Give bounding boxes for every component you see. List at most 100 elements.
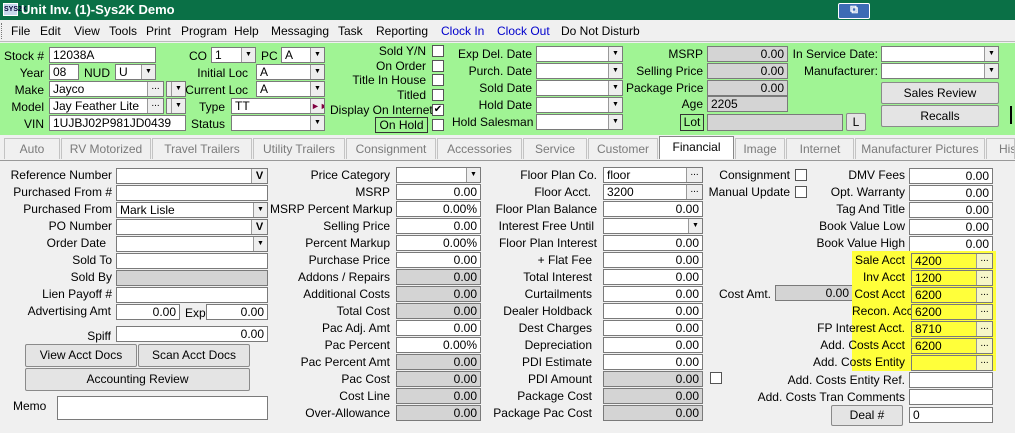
chevron-down-icon[interactable]: ▼	[608, 98, 622, 112]
chevron-down-icon[interactable]: ▼	[241, 48, 255, 62]
spiff-field[interactable]: 0.00	[116, 326, 268, 342]
menu-clock-in[interactable]: Clock In	[441, 24, 484, 38]
flat-fee-field[interactable]: 0.00	[603, 252, 703, 268]
chevron-down-icon[interactable]: ▼	[310, 65, 324, 79]
double-arrow-icon[interactable]: ►►	[310, 99, 324, 113]
deal-number-button[interactable]: Deal #	[831, 405, 903, 426]
addons-repairs-field[interactable]: 0.00	[396, 269, 481, 285]
on-order-checkbox[interactable]	[432, 60, 444, 72]
cost-amt-field[interactable]: 0.00	[775, 285, 853, 301]
sale-acct-field[interactable]: 4200...	[911, 253, 993, 269]
hold-salesman-select[interactable]: ▼	[536, 114, 623, 130]
sold-by-field[interactable]	[116, 270, 268, 286]
make-field[interactable]: Jayco...	[49, 81, 164, 97]
tag-title-field[interactable]: 0.00	[909, 202, 993, 218]
book-value-low-field[interactable]: 0.00	[909, 219, 993, 235]
reference-v-button[interactable]: V	[251, 169, 267, 183]
chevron-down-icon[interactable]: ▼	[608, 81, 622, 95]
add-costs-entity-ref-field[interactable]	[909, 372, 993, 388]
percent-markup-field[interactable]: 0.00%	[396, 235, 481, 251]
dmv-fees-field[interactable]: 0.00	[909, 168, 993, 184]
ellipsis-icon[interactable]: ...	[976, 288, 992, 302]
tab-service[interactable]: Service	[523, 138, 587, 159]
reference-number-field[interactable]: V	[116, 168, 268, 184]
tab-rv-motorized[interactable]: RV Motorized	[61, 138, 151, 159]
scroll-arrow-icon[interactable]	[1010, 106, 1015, 124]
view-acct-docs-button[interactable]: View Acct Docs	[25, 344, 137, 367]
on-hold-checkbox[interactable]	[432, 119, 444, 131]
tab-history[interactable]: His	[986, 138, 1015, 159]
manufacturer-select[interactable]: ▼	[881, 63, 999, 79]
lot-lookup-button[interactable]: L	[846, 113, 866, 131]
hold-date[interactable]: ▼	[536, 97, 623, 113]
vin-field[interactable]: 1UJBJ02P981JD0439	[49, 115, 186, 131]
dest-charges-field[interactable]: 0.00	[603, 320, 703, 336]
titled-checkbox[interactable]	[432, 89, 444, 101]
chevron-down-icon[interactable]: ▼	[310, 116, 324, 130]
purchased-from-num-field[interactable]	[116, 185, 268, 201]
nud-select[interactable]: U ▼	[115, 64, 156, 80]
display-internet-checkbox[interactable]: ✔	[432, 104, 444, 116]
menu-program[interactable]: Program	[181, 24, 227, 38]
menu-task[interactable]: Task	[338, 24, 363, 38]
pac-cost-field[interactable]: 0.00	[396, 371, 481, 387]
menu-tools[interactable]: Tools	[109, 24, 137, 38]
purchase-price-field[interactable]: 0.00	[396, 252, 481, 268]
pac-percent-amt-field[interactable]: 0.00	[396, 354, 481, 370]
memo-field[interactable]	[57, 396, 268, 420]
c2-msrp-field[interactable]: 0.00	[396, 184, 481, 200]
sales-review-button[interactable]: Sales Review	[881, 82, 999, 104]
lien-payoff-field[interactable]	[116, 287, 268, 303]
tab-customer[interactable]: Customer	[588, 138, 658, 159]
lot-field[interactable]	[707, 114, 843, 131]
in-service-date[interactable]: ▼	[881, 46, 999, 62]
total-interest-field[interactable]: 0.00	[603, 269, 703, 285]
recalls-button[interactable]: Recalls	[881, 105, 999, 127]
lot-label[interactable]: Lot	[680, 114, 704, 131]
tab-internet[interactable]: Internet	[786, 138, 854, 159]
chevron-down-icon[interactable]: ▼	[608, 64, 622, 78]
ellipsis-icon[interactable]: ...	[686, 168, 702, 182]
age-field[interactable]: 2205	[707, 96, 788, 112]
pdi-estimate-field[interactable]: 0.00	[603, 354, 703, 370]
total-cost-field[interactable]: 0.00	[396, 303, 481, 319]
chevron-down-icon[interactable]: ▼	[141, 65, 155, 79]
depreciation-field[interactable]: 0.00	[603, 337, 703, 353]
status-select[interactable]: ▼	[231, 115, 325, 131]
over-allowance-field[interactable]: 0.00	[396, 405, 481, 421]
ellipsis-icon[interactable]: ...	[147, 99, 163, 113]
chevron-down-icon[interactable]: ▼	[608, 115, 622, 129]
menu-print[interactable]: Print	[146, 24, 171, 38]
ellipsis-icon[interactable]: ...	[976, 254, 992, 268]
add-costs-entity-field[interactable]: ...	[911, 355, 993, 371]
ellipsis-icon[interactable]: ...	[686, 185, 702, 199]
menu-messaging[interactable]: Messaging	[271, 24, 329, 38]
menu-help[interactable]: Help	[234, 24, 259, 38]
pdi-amount-field[interactable]: 0.00	[603, 371, 703, 387]
exp-field[interactable]: 0.00	[206, 304, 268, 320]
msrp-field[interactable]: 0.00	[707, 46, 788, 62]
po-number-field[interactable]: V	[116, 219, 268, 235]
add-costs-acct-field[interactable]: 6200...	[911, 338, 993, 354]
package-cost-field[interactable]: 0.00	[603, 388, 703, 404]
deal-number-field[interactable]: 0	[909, 407, 993, 423]
chevron-down-icon[interactable]: ▼	[171, 99, 185, 113]
menu-file[interactable]: File	[11, 24, 30, 38]
msrp-percent-markup-field[interactable]: 0.00%	[396, 201, 481, 217]
on-hold-label[interactable]: On Hold	[375, 117, 428, 133]
type-select[interactable]: TT ►►	[231, 98, 325, 114]
chevron-down-icon[interactable]: ▼	[310, 82, 324, 96]
floor-plan-balance-field[interactable]: 0.00	[603, 201, 703, 217]
maximize-icon[interactable]: ⧉	[838, 3, 870, 19]
selling-price-field[interactable]: 0.00	[707, 63, 788, 79]
tab-auto[interactable]: Auto	[4, 138, 60, 159]
recon-acct-field[interactable]: 6200...	[911, 304, 993, 320]
menu-clock-out[interactable]: Clock Out	[497, 24, 550, 38]
ellipsis-icon[interactable]: ...	[976, 322, 992, 336]
chevron-down-icon[interactable]: ▼	[688, 219, 702, 233]
package-price-field[interactable]: 0.00	[707, 80, 788, 96]
ellipsis-icon[interactable]: ...	[976, 339, 992, 353]
initial-loc-select[interactable]: A ▼	[256, 64, 325, 80]
model-dropdown[interactable]: ▼	[166, 98, 186, 114]
fp-interest-acct-field[interactable]: 8710...	[911, 321, 993, 337]
